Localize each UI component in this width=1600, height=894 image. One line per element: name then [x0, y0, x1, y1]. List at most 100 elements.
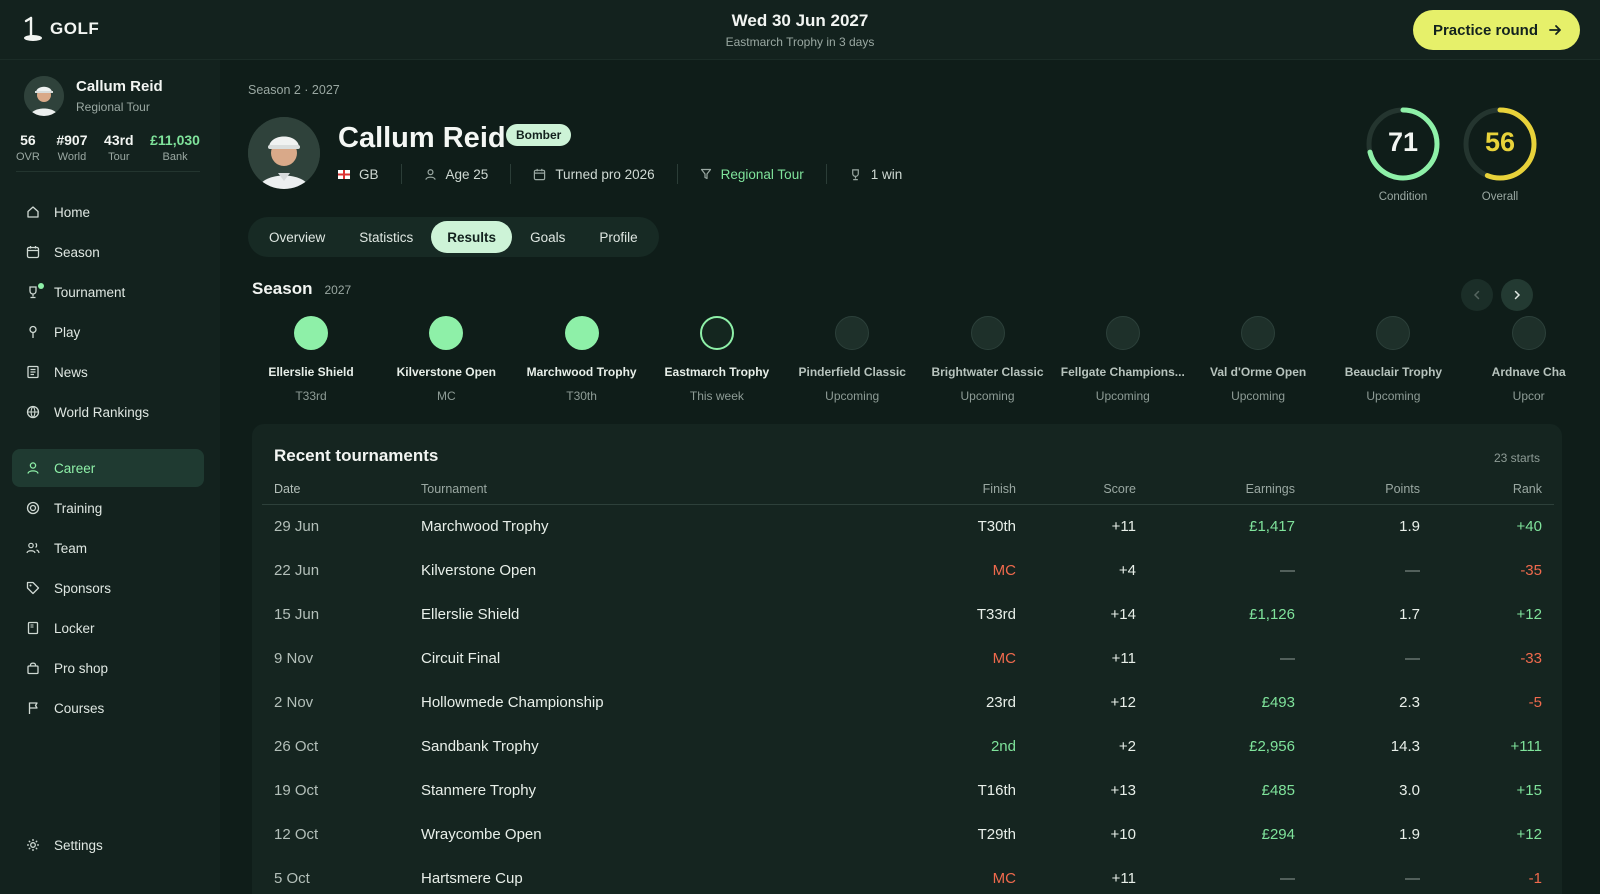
cell-rank: -1 — [1528, 869, 1542, 887]
season-event[interactable]: Pinderfield Classic Upcoming — [783, 316, 921, 403]
nav-item-season[interactable]: Season — [12, 233, 204, 271]
cell-rank: +12 — [1516, 825, 1542, 843]
table-row[interactable]: 19 Oct Stanmere Trophy T16th +13 £485 3.0 +15 — [262, 768, 1554, 812]
nav-item-settings[interactable]: Settings — [12, 826, 204, 864]
table-row[interactable]: 26 Oct Sandbank Trophy 2nd +2 £2,956 14.3 +111 — [262, 724, 1554, 768]
cell-points: 1.9 — [1399, 517, 1420, 535]
table-row[interactable]: 29 Jun Marchwood Trophy T30th +11 £1,417 1.9 +… — [262, 504, 1554, 548]
nav-item-locker[interactable]: Locker — [12, 609, 204, 647]
cell-tournament: Sandbank Trophy — [421, 737, 539, 755]
event-status-dot — [1511, 316, 1546, 350]
table-row[interactable]: 5 Oct Hartsmere Cup MC +11 — — -1 — [262, 856, 1554, 894]
season-event[interactable]: Brightwater Classic Upcoming — [919, 316, 1057, 403]
cell-points: 1.7 — [1399, 605, 1420, 623]
player-age: Age 25 — [400, 164, 511, 184]
logo[interactable]: GOLF — [22, 16, 99, 42]
top-bar: GOLF Wed 30 Jun 2027 Eastmarch Trophy in… — [0, 0, 1600, 60]
event-result: This week — [689, 389, 744, 403]
home-icon — [26, 205, 40, 219]
cell-tournament: Marchwood Trophy — [421, 517, 549, 535]
cell-score: +11 — [1111, 649, 1136, 667]
nav-item-team[interactable]: Team — [12, 529, 204, 567]
nav-item-news[interactable]: News — [12, 353, 204, 391]
season-event[interactable]: Beauclair Trophy Upcoming — [1324, 316, 1462, 403]
newspaper-icon — [26, 365, 40, 379]
table-row[interactable]: 12 Oct Wraycombe Open T29th +10 £294 1.9 +12 — [262, 812, 1554, 856]
nav-secondary: Career Training Team Sponsors Locker Pro… — [12, 449, 204, 729]
nav-item-home[interactable]: Home — [12, 193, 204, 231]
nav-item-training[interactable]: Training — [12, 489, 204, 527]
cell-date: 15 Jun — [274, 605, 320, 623]
season-event[interactable]: Kilverstone Open MC — [377, 316, 515, 403]
nav-item-play[interactable]: Play — [12, 313, 204, 351]
col-rank[interactable]: Rank — [1420, 474, 1554, 505]
season-next-button[interactable] — [1501, 279, 1533, 311]
nav-footer: Settings — [12, 826, 204, 866]
col-date[interactable]: Date — [262, 474, 421, 505]
cell-score: +13 — [1110, 781, 1136, 799]
cell-date: 29 Jun — [274, 517, 320, 535]
sidebar-player-name: Callum Reid — [76, 78, 163, 95]
col-score[interactable]: Score — [1016, 474, 1136, 505]
trophy-icon — [851, 168, 859, 180]
table-row[interactable]: 2 Nov Hollowmede Championship 23rd +12 £493 2… — [262, 680, 1554, 724]
nav-item-career[interactable]: Career — [12, 449, 204, 487]
cell-earnings: — — [1280, 649, 1295, 667]
overall-gauge: 56 Overall — [1460, 104, 1540, 203]
season-event[interactable]: Marchwood Trophy T30th — [513, 316, 651, 403]
player-tour-link[interactable]: Regional Tour — [676, 164, 826, 184]
sidebar-profile[interactable]: Callum Reid Regional Tour — [24, 76, 163, 116]
tab-overview[interactable]: Overview — [253, 221, 341, 253]
col-earnings[interactable]: Earnings — [1136, 474, 1295, 505]
cell-tournament: Ellerslie Shield — [421, 605, 520, 623]
season-header: Season 2027 — [252, 279, 351, 299]
target-icon — [26, 501, 40, 515]
season-event[interactable]: Ardnave Cha Upcor — [1460, 316, 1584, 403]
season-event[interactable]: Eastmarch Trophy This week — [648, 316, 786, 403]
cell-score: +14 — [1110, 605, 1136, 623]
season-event[interactable]: Val d'Orme Open Upcoming — [1189, 316, 1327, 403]
event-name: Beauclair Trophy — [1344, 365, 1443, 379]
cell-finish: T16th — [977, 781, 1016, 799]
golf-flag-icon — [24, 16, 42, 41]
col-finish[interactable]: Finish — [851, 474, 1016, 505]
table-row[interactable]: 15 Jun Ellerslie Shield T33rd +14 £1,126 1.7 +… — [262, 592, 1554, 636]
condition-label: Condition — [1378, 191, 1428, 203]
calendar-icon — [26, 245, 40, 259]
tab-profile[interactable]: Profile — [583, 221, 653, 253]
season-event[interactable]: Ellerslie Shield T33rd — [242, 316, 380, 403]
nav-item-pro-shop[interactable]: Pro shop — [12, 649, 204, 687]
col-tournament[interactable]: Tournament — [421, 474, 851, 505]
results-table: Date Tournament Finish Score Earnings Po… — [262, 474, 1554, 894]
practice-round-label: Practice round — [1432, 21, 1538, 39]
nav-item-tournament[interactable]: Tournament — [12, 273, 204, 311]
stat-bank: £11,030 Bank — [150, 132, 200, 163]
gear-icon — [26, 838, 40, 852]
player-country: GB — [338, 164, 401, 184]
overall-label: Overall — [1481, 191, 1519, 203]
golf-tee-icon — [26, 325, 40, 339]
tab-goals[interactable]: Goals — [514, 221, 581, 253]
nav-item-sponsors[interactable]: Sponsors — [12, 569, 204, 607]
cell-earnings: — — [1280, 869, 1295, 887]
users-icon — [26, 541, 40, 555]
stat-world: #907 World — [56, 132, 88, 163]
cell-earnings: £485 — [1261, 781, 1295, 799]
nav-primary: Home Season Tournament Play News World R… — [12, 193, 204, 433]
col-points[interactable]: Points — [1295, 474, 1420, 505]
season-prev-button[interactable] — [1461, 279, 1493, 311]
flag-gb-icon — [338, 169, 350, 179]
sidebar-stats: 56 OVR #907 World 43rd Tour £11,030 Bank — [16, 132, 200, 172]
table-row[interactable]: 9 Nov Circuit Final MC +11 — — -33 — [262, 636, 1554, 680]
tab-results[interactable]: Results — [431, 221, 513, 253]
season-event[interactable]: Fellgate Champions... Upcoming — [1054, 316, 1192, 403]
tab-statistics[interactable]: Statistics — [343, 221, 429, 253]
table-row[interactable]: 22 Jun Kilverstone Open MC +4 — — -35 — [262, 548, 1554, 592]
nav-item-courses[interactable]: Courses — [12, 689, 204, 727]
cell-tournament: Stanmere Trophy — [421, 781, 537, 799]
cell-rank: -5 — [1528, 693, 1542, 711]
nav-item-world-rankings[interactable]: World Rankings — [12, 393, 204, 431]
notification-dot — [38, 283, 44, 289]
practice-round-button[interactable]: Practice round — [1412, 10, 1580, 50]
cell-rank: +111 — [1510, 737, 1542, 755]
